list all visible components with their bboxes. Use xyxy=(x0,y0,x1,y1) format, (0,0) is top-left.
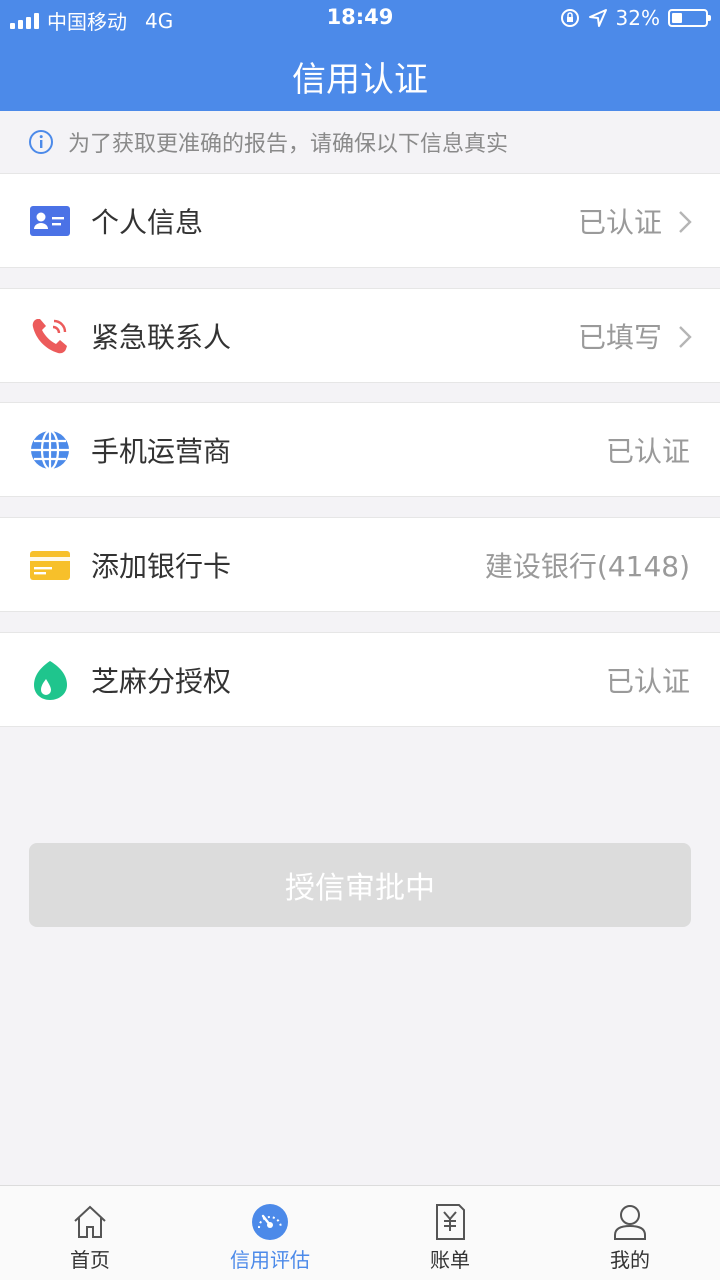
bank-card-icon xyxy=(30,551,70,580)
item-status: 已认证 xyxy=(605,434,690,468)
item-personal-info[interactable]: 个人信息 已认证 xyxy=(0,173,720,268)
tab-label: 我的 xyxy=(610,1248,650,1272)
page-title: 信用认证 xyxy=(292,60,428,100)
item-status: 已填写 xyxy=(577,320,662,354)
item-mobile-carrier[interactable]: 手机运营商 已认证 xyxy=(0,402,720,497)
tab-bill[interactable]: 账单 xyxy=(360,1186,540,1280)
tab-credit-assessment[interactable]: 信用评估 xyxy=(180,1186,360,1280)
item-label: 紧急联系人 xyxy=(91,320,232,354)
status-bar: 中国移动 4G 18:49 32% xyxy=(0,0,720,36)
gauge-icon xyxy=(252,1204,288,1240)
tab-bar: 首页 信用评估 账单 我的 xyxy=(0,1185,720,1280)
user-icon xyxy=(614,1205,646,1240)
bill-icon xyxy=(436,1204,465,1240)
tab-label: 信用评估 xyxy=(230,1248,310,1272)
chevron-right-icon xyxy=(679,326,692,348)
notice-bar: 为了获取更准确的报告，请确保以下信息真实 xyxy=(0,111,720,173)
item-emergency-contact[interactable]: 紧急联系人 已填写 xyxy=(0,288,720,383)
item-label: 添加银行卡 xyxy=(91,549,232,583)
globe-icon xyxy=(31,429,69,471)
status-right: 32% xyxy=(560,6,711,30)
phone-icon xyxy=(32,319,67,354)
top-bar: 中国移动 4G 18:49 32% 信用认证 xyxy=(0,0,720,111)
battery-percent: 32% xyxy=(615,6,660,30)
battery-icon xyxy=(668,9,711,27)
home-icon xyxy=(74,1205,106,1238)
credit-approval-button[interactable]: 授信审批中 xyxy=(29,843,691,927)
item-bank-card[interactable]: 添加银行卡 建设银行(4148) xyxy=(0,517,720,612)
info-icon xyxy=(29,130,53,154)
tab-label: 账单 xyxy=(430,1248,470,1272)
item-label: 芝麻分授权 xyxy=(91,664,232,698)
location-icon xyxy=(588,9,607,27)
notice-text: 为了获取更准确的报告，请确保以下信息真实 xyxy=(68,132,509,157)
chevron-right-icon xyxy=(679,211,692,233)
item-label: 手机运营商 xyxy=(91,434,232,468)
sesame-icon xyxy=(34,661,67,700)
item-label: 个人信息 xyxy=(91,205,204,239)
tab-home[interactable]: 首页 xyxy=(0,1186,180,1280)
item-status: 建设银行(4148) xyxy=(484,549,690,583)
tab-label: 首页 xyxy=(70,1248,110,1272)
item-status: 已认证 xyxy=(605,664,690,698)
id-card-icon xyxy=(30,206,70,236)
orientation-lock-icon xyxy=(560,9,579,27)
item-status: 已认证 xyxy=(577,205,662,239)
item-sesame-credit[interactable]: 芝麻分授权 已认证 xyxy=(0,632,720,727)
tab-mine[interactable]: 我的 xyxy=(540,1186,720,1280)
